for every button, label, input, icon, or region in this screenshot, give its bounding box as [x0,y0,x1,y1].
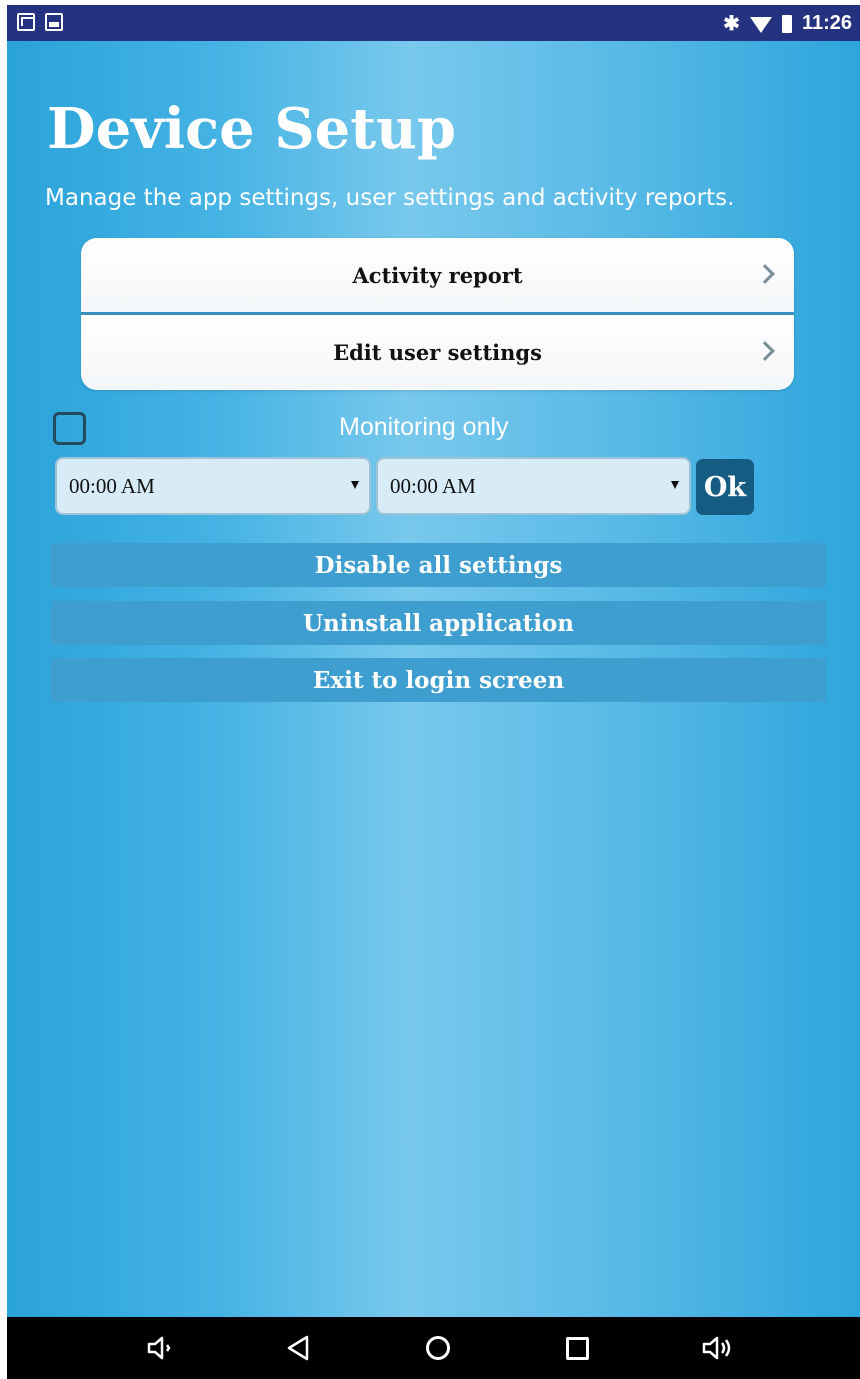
monitoring-only-label: Monitoring only [339,413,509,441]
app-content: Device Setup Manage the app settings, us… [7,41,860,1317]
battery-icon [781,14,792,33]
navigation-bar [7,1317,860,1379]
volume-down-icon[interactable] [130,1317,190,1379]
chevron-right-icon [755,264,775,284]
disable-all-settings-button[interactable]: Disable all settings [51,543,826,587]
monitoring-row: Monitoring only [53,409,813,449]
gallery-icon [45,13,63,31]
gmail-icon [17,13,35,31]
start-time-select[interactable]: 00:00 AM [55,457,371,515]
status-time: 11:26 [801,12,852,34]
wifi-icon [749,17,772,33]
end-time-value: 00:00 AM [390,474,476,498]
monitoring-only-checkbox[interactable] [53,412,86,445]
device-screen: ✱ 11:26 Device Setup Manage the app sett… [0,0,860,1379]
activity-report-label: Activity report [352,262,523,288]
settings-menu: Activity report Edit user settings [81,238,794,390]
activity-report-button[interactable]: Activity report [81,238,794,312]
uninstall-application-button[interactable]: Uninstall application [51,601,826,645]
start-time-value: 00:00 AM [69,474,155,498]
ok-button[interactable]: Ok [696,459,754,515]
home-icon[interactable] [408,1317,468,1379]
chevron-right-icon [755,341,775,361]
dropdown-arrow-icon [351,481,359,489]
status-left [17,13,63,31]
page-subtitle: Manage the app settings, user settings a… [45,185,735,211]
status-right: ✱ 11:26 [723,11,852,36]
dropdown-arrow-icon [671,481,679,489]
volume-up-icon[interactable] [687,1317,747,1379]
page-title: Device Setup [47,96,457,162]
status-bar: ✱ 11:26 [7,5,860,41]
recents-icon[interactable] [547,1317,607,1379]
bluetooth-icon: ✱ [723,13,740,35]
exit-to-login-button[interactable]: Exit to login screen [51,658,826,702]
edit-user-settings-label: Edit user settings [333,339,542,365]
edit-user-settings-button[interactable]: Edit user settings [81,315,794,389]
back-icon[interactable] [268,1317,328,1379]
end-time-select[interactable]: 00:00 AM [376,457,691,515]
